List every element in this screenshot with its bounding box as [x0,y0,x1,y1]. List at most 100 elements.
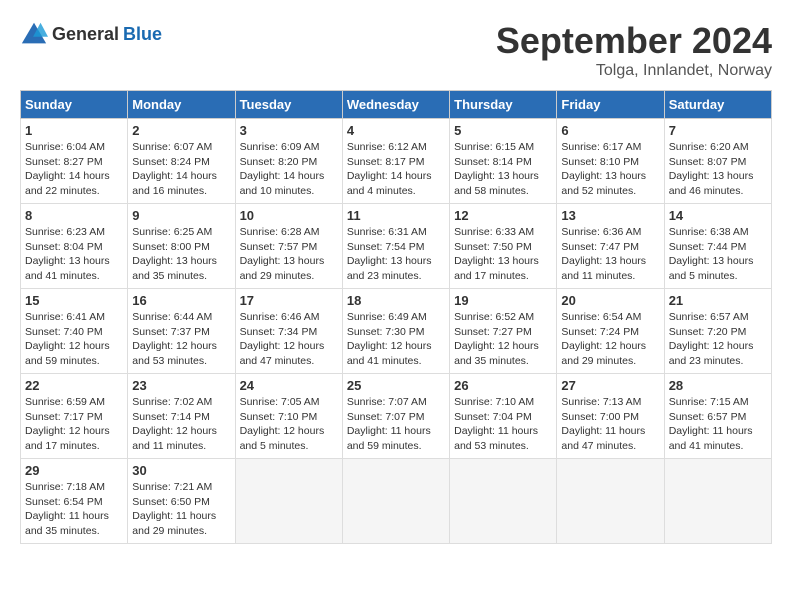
table-row: 14 Sunrise: 6:38 AM Sunset: 7:44 PM Dayl… [664,204,771,289]
day-number: 29 [25,463,123,478]
daylight-label: Daylight: 12 hours and 23 minutes. [669,340,754,367]
daylight-label: Daylight: 11 hours and 53 minutes. [454,425,538,452]
sunrise-label: Sunrise: 7:10 AM [454,396,534,408]
day-info: Sunrise: 6:54 AM Sunset: 7:24 PM Dayligh… [561,310,659,369]
sunset-label: Sunset: 7:20 PM [669,326,747,338]
logo-general: General [52,24,119,45]
day-info: Sunrise: 6:20 AM Sunset: 8:07 PM Dayligh… [669,140,767,199]
table-row: 27 Sunrise: 7:13 AM Sunset: 7:00 PM Dayl… [557,374,664,459]
sunset-label: Sunset: 6:54 PM [25,496,103,508]
table-row: 28 Sunrise: 7:15 AM Sunset: 6:57 PM Dayl… [664,374,771,459]
day-info: Sunrise: 7:02 AM Sunset: 7:14 PM Dayligh… [132,395,230,454]
title-area: September 2024 Tolga, Innlandet, Norway [496,20,772,80]
sunrise-label: Sunrise: 7:07 AM [347,396,427,408]
daylight-label: Daylight: 13 hours and 23 minutes. [347,255,432,282]
sunrise-label: Sunrise: 6:59 AM [25,396,105,408]
day-info: Sunrise: 6:15 AM Sunset: 8:14 PM Dayligh… [454,140,552,199]
sunset-label: Sunset: 7:54 PM [347,241,425,253]
day-info: Sunrise: 7:18 AM Sunset: 6:54 PM Dayligh… [25,480,123,539]
sunrise-label: Sunrise: 6:49 AM [347,311,427,323]
sunset-label: Sunset: 8:24 PM [132,156,210,168]
day-info: Sunrise: 6:23 AM Sunset: 8:04 PM Dayligh… [25,225,123,284]
table-row: 3 Sunrise: 6:09 AM Sunset: 8:20 PM Dayli… [235,119,342,204]
sunset-label: Sunset: 7:27 PM [454,326,532,338]
day-info: Sunrise: 6:52 AM Sunset: 7:27 PM Dayligh… [454,310,552,369]
table-row: 17 Sunrise: 6:46 AM Sunset: 7:34 PM Dayl… [235,289,342,374]
sunset-label: Sunset: 7:30 PM [347,326,425,338]
daylight-label: Daylight: 13 hours and 11 minutes. [561,255,646,282]
table-row [557,459,664,544]
table-row: 30 Sunrise: 7:21 AM Sunset: 6:50 PM Dayl… [128,459,235,544]
day-info: Sunrise: 6:17 AM Sunset: 8:10 PM Dayligh… [561,140,659,199]
col-saturday: Saturday [664,91,771,119]
sunset-label: Sunset: 8:20 PM [240,156,318,168]
day-number: 30 [132,463,230,478]
table-row: 5 Sunrise: 6:15 AM Sunset: 8:14 PM Dayli… [450,119,557,204]
sunrise-label: Sunrise: 6:41 AM [25,311,105,323]
table-row [235,459,342,544]
day-number: 19 [454,293,552,308]
sunrise-label: Sunrise: 6:36 AM [561,226,641,238]
table-row: 24 Sunrise: 7:05 AM Sunset: 7:10 PM Dayl… [235,374,342,459]
sunset-label: Sunset: 8:07 PM [669,156,747,168]
daylight-label: Daylight: 13 hours and 35 minutes. [132,255,217,282]
daylight-label: Daylight: 12 hours and 47 minutes. [240,340,325,367]
daylight-label: Daylight: 14 hours and 22 minutes. [25,170,110,197]
table-row: 9 Sunrise: 6:25 AM Sunset: 8:00 PM Dayli… [128,204,235,289]
day-info: Sunrise: 6:09 AM Sunset: 8:20 PM Dayligh… [240,140,338,199]
table-row: 20 Sunrise: 6:54 AM Sunset: 7:24 PM Dayl… [557,289,664,374]
day-number: 17 [240,293,338,308]
daylight-label: Daylight: 11 hours and 41 minutes. [669,425,753,452]
day-number: 4 [347,123,445,138]
sunrise-label: Sunrise: 6:25 AM [132,226,212,238]
col-sunday: Sunday [21,91,128,119]
logo: GeneralBlue [20,20,162,48]
sunset-label: Sunset: 7:17 PM [25,411,103,423]
table-row: 7 Sunrise: 6:20 AM Sunset: 8:07 PM Dayli… [664,119,771,204]
sunrise-label: Sunrise: 6:44 AM [132,311,212,323]
day-info: Sunrise: 6:07 AM Sunset: 8:24 PM Dayligh… [132,140,230,199]
sunset-label: Sunset: 7:07 PM [347,411,425,423]
day-info: Sunrise: 7:10 AM Sunset: 7:04 PM Dayligh… [454,395,552,454]
week-row-4: 22 Sunrise: 6:59 AM Sunset: 7:17 PM Dayl… [21,374,772,459]
table-row: 8 Sunrise: 6:23 AM Sunset: 8:04 PM Dayli… [21,204,128,289]
col-thursday: Thursday [450,91,557,119]
day-info: Sunrise: 7:13 AM Sunset: 7:00 PM Dayligh… [561,395,659,454]
daylight-label: Daylight: 13 hours and 29 minutes. [240,255,325,282]
sunset-label: Sunset: 7:37 PM [132,326,210,338]
sunrise-label: Sunrise: 6:12 AM [347,141,427,153]
day-number: 7 [669,123,767,138]
table-row: 11 Sunrise: 6:31 AM Sunset: 7:54 PM Dayl… [342,204,449,289]
daylight-label: Daylight: 12 hours and 35 minutes. [454,340,539,367]
daylight-label: Daylight: 13 hours and 41 minutes. [25,255,110,282]
table-row: 15 Sunrise: 6:41 AM Sunset: 7:40 PM Dayl… [21,289,128,374]
table-row: 12 Sunrise: 6:33 AM Sunset: 7:50 PM Dayl… [450,204,557,289]
table-row: 18 Sunrise: 6:49 AM Sunset: 7:30 PM Dayl… [342,289,449,374]
daylight-label: Daylight: 14 hours and 4 minutes. [347,170,432,197]
sunset-label: Sunset: 8:00 PM [132,241,210,253]
daylight-label: Daylight: 12 hours and 41 minutes. [347,340,432,367]
day-info: Sunrise: 6:33 AM Sunset: 7:50 PM Dayligh… [454,225,552,284]
sunrise-label: Sunrise: 6:17 AM [561,141,641,153]
sunset-label: Sunset: 6:50 PM [132,496,210,508]
day-number: 24 [240,378,338,393]
sunset-label: Sunset: 8:17 PM [347,156,425,168]
day-number: 27 [561,378,659,393]
table-row: 2 Sunrise: 6:07 AM Sunset: 8:24 PM Dayli… [128,119,235,204]
day-number: 23 [132,378,230,393]
day-number: 22 [25,378,123,393]
col-tuesday: Tuesday [235,91,342,119]
sunrise-label: Sunrise: 7:18 AM [25,481,105,493]
sunset-label: Sunset: 7:10 PM [240,411,318,423]
daylight-label: Daylight: 12 hours and 53 minutes. [132,340,217,367]
day-info: Sunrise: 6:04 AM Sunset: 8:27 PM Dayligh… [25,140,123,199]
sunrise-label: Sunrise: 6:28 AM [240,226,320,238]
table-row: 1 Sunrise: 6:04 AM Sunset: 8:27 PM Dayli… [21,119,128,204]
daylight-label: Daylight: 14 hours and 10 minutes. [240,170,325,197]
day-info: Sunrise: 6:36 AM Sunset: 7:47 PM Dayligh… [561,225,659,284]
sunrise-label: Sunrise: 7:02 AM [132,396,212,408]
daylight-label: Daylight: 11 hours and 29 minutes. [132,510,216,537]
sunset-label: Sunset: 8:04 PM [25,241,103,253]
sunrise-label: Sunrise: 6:31 AM [347,226,427,238]
sunrise-label: Sunrise: 6:46 AM [240,311,320,323]
